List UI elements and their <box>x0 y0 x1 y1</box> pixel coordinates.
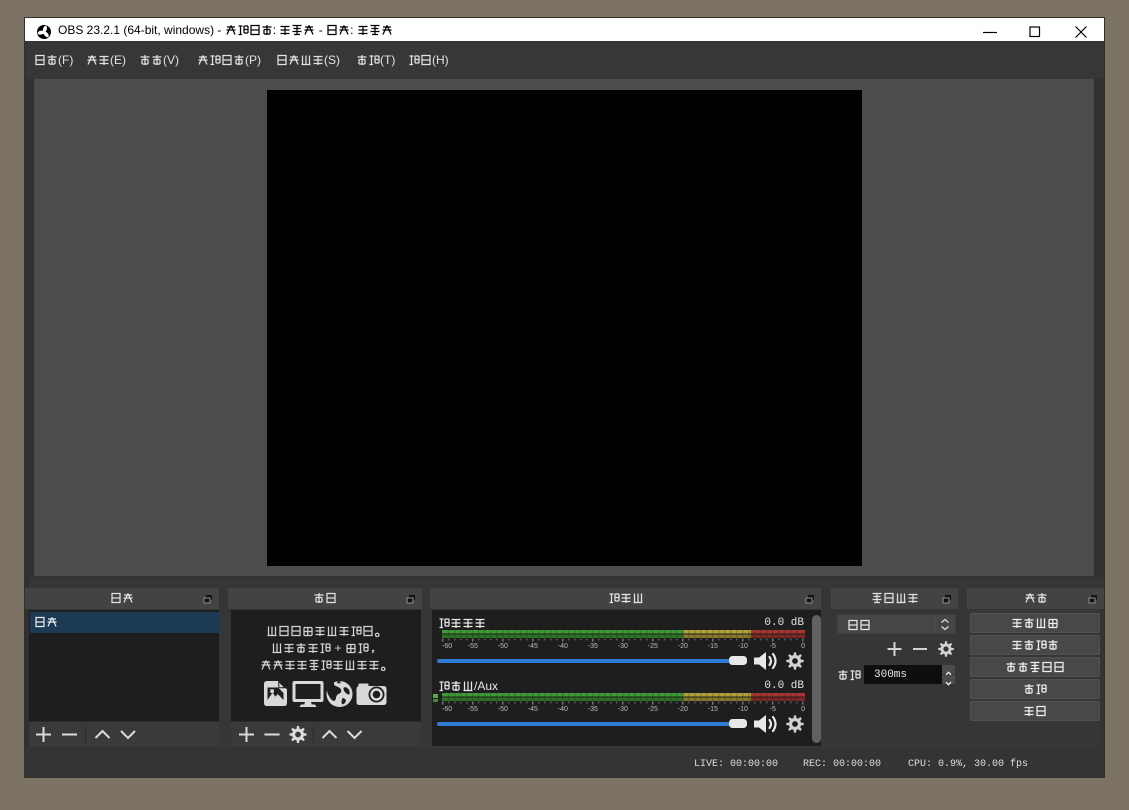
svg-text:-35: -35 <box>588 643 598 650</box>
svg-text:-20: -20 <box>678 706 688 713</box>
svg-text:-30: -30 <box>618 706 628 713</box>
svg-text:-10: -10 <box>738 643 748 650</box>
svg-text:-50: -50 <box>498 643 508 650</box>
svg-text:-60: -60 <box>442 706 452 713</box>
svg-text:-55: -55 <box>468 706 478 713</box>
svg-text:-15: -15 <box>708 706 718 713</box>
svg-text:-30: -30 <box>618 643 628 650</box>
svg-text:-45: -45 <box>528 706 538 713</box>
svg-text:-5: -5 <box>770 643 776 650</box>
svg-text:-15: -15 <box>708 643 718 650</box>
svg-text:-25: -25 <box>648 643 658 650</box>
svg-text:0: 0 <box>801 706 805 713</box>
svg-text:-10: -10 <box>738 706 748 713</box>
svg-text:-50: -50 <box>498 706 508 713</box>
svg-text:-55: -55 <box>468 643 478 650</box>
svg-text:-40: -40 <box>558 706 568 713</box>
svg-text:-5: -5 <box>770 706 776 713</box>
svg-text:-35: -35 <box>588 706 598 713</box>
svg-text:-20: -20 <box>678 643 688 650</box>
svg-text:-40: -40 <box>558 643 568 650</box>
svg-text:-60: -60 <box>442 643 452 650</box>
svg-text:-25: -25 <box>648 706 658 713</box>
svg-text:-45: -45 <box>528 643 538 650</box>
svg-text:0: 0 <box>801 643 805 650</box>
